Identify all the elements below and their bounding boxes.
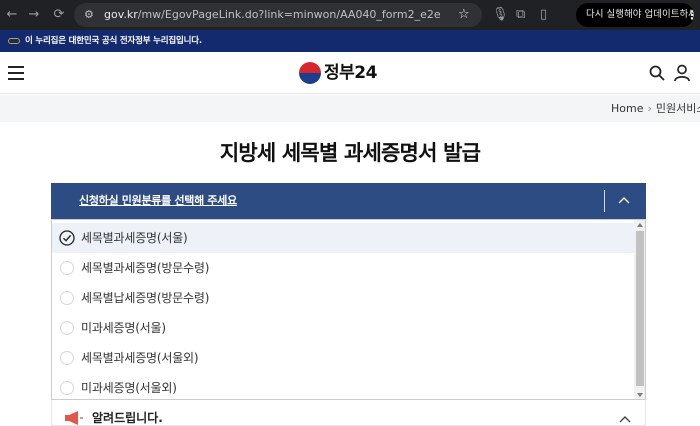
option-label: 세목별과세증명(서울): [81, 231, 188, 245]
user-icon[interactable]: [673, 64, 691, 82]
radio-circle-icon: [60, 351, 74, 365]
search-icon[interactable]: [649, 65, 665, 81]
radio-circle-icon: [60, 261, 74, 275]
option-label: 미과세증명(서울): [81, 321, 166, 335]
sidebar-icon[interactable]: ▯: [540, 0, 547, 30]
breadcrumb: Home › 민원서비스: [0, 95, 700, 122]
radio-circle-icon: [60, 321, 74, 335]
reload-icon[interactable]: ⟳: [47, 0, 71, 30]
options-scrollbar[interactable]: [634, 220, 645, 399]
select-label: 신청하실 민원분류를 선택해 주세요: [79, 194, 237, 207]
menu-icon[interactable]: [8, 66, 24, 80]
option-label: 세목별납세증명(방문수령): [81, 291, 210, 305]
megaphone-icon: [65, 411, 83, 425]
page-title: 지방세 세목별 과세증명서 발급: [219, 141, 481, 165]
category-options-list: 세목별과세증명(서울) 세목별과세증명(방문수령) 세목별납세증명(방문수령) …: [51, 219, 646, 400]
breadcrumb-home[interactable]: Home: [611, 102, 643, 115]
option-label: 미과세증명(서울외): [81, 381, 177, 395]
scroll-down-icon[interactable]: [637, 393, 643, 397]
korea-flag-icon: [8, 38, 20, 44]
option-label: 세목별과세증명(방문수령): [81, 261, 210, 275]
checked-circle-icon: [59, 230, 75, 246]
option-outside-seoul-tax-cert[interactable]: 세목별과세증명(서울외): [52, 343, 634, 373]
address-bar[interactable]: ⚙ gov.kr/mw/EgovPageLink.do?link=minwon/…: [74, 3, 482, 27]
option-seoul-tax-cert[interactable]: 세목별과세증명(서울): [52, 223, 634, 253]
browser-toolbar: ← → ⟳ ⚙ gov.kr/mw/EgovPageLink.do?link=m…: [0, 0, 700, 30]
chevron-right-icon: ›: [647, 102, 652, 115]
notice-title: 알려드립니다.: [92, 411, 163, 425]
official-site-notice: 이 누리집은 대한민국 공식 전자정부 누리집입니다.: [0, 30, 700, 52]
forward-icon[interactable]: →: [22, 0, 46, 30]
radio-circle-icon: [60, 291, 74, 305]
site-header: 정부24: [0, 52, 700, 94]
site-info-icon[interactable]: ⚙: [84, 8, 94, 22]
chevron-up-icon[interactable]: [618, 195, 630, 207]
extensions-icon[interactable]: ⧉: [516, 0, 525, 30]
taegeuk-emblem-icon: [299, 62, 321, 84]
update-button[interactable]: 다시 실행해야 업데이트하세요.: [576, 3, 694, 27]
scroll-up-icon[interactable]: [637, 223, 643, 227]
url-text: gov.kr/mw/EgovPageLink.do?link=minwon/AA…: [104, 8, 441, 21]
option-visit-payment-cert[interactable]: 세목별납세증명(방문수령): [52, 283, 634, 313]
browser-menu-icon[interactable]: ⋮: [686, 0, 698, 30]
chevron-up-icon[interactable]: [619, 414, 631, 424]
option-seoul-nontax-cert[interactable]: 미과세증명(서울): [52, 313, 634, 343]
microphone-icon[interactable]: 🎙: [492, 0, 509, 30]
option-outside-seoul-nontax-cert[interactable]: 미과세증명(서울외): [52, 373, 634, 399]
official-site-notice-text: 이 누리집은 대한민국 공식 전자정부 누리집입니다.: [25, 36, 202, 46]
notice-panel[interactable]: 알려드립니다.: [51, 400, 646, 426]
select-divider: [604, 190, 605, 212]
option-visit-tax-cert[interactable]: 세목별과세증명(방문수령): [52, 253, 634, 283]
scrollbar-thumb[interactable]: [636, 231, 644, 386]
logo-text: 정부24: [324, 63, 377, 83]
option-label: 세목별과세증명(서울외): [81, 351, 199, 365]
bookmark-star-icon[interactable]: ☆: [458, 0, 470, 30]
radio-circle-icon: [60, 381, 74, 395]
minwon-category-select[interactable]: 신청하실 민원분류를 선택해 주세요: [51, 183, 646, 219]
back-icon[interactable]: ←: [0, 0, 24, 30]
breadcrumb-current[interactable]: 민원서비스: [656, 102, 700, 115]
